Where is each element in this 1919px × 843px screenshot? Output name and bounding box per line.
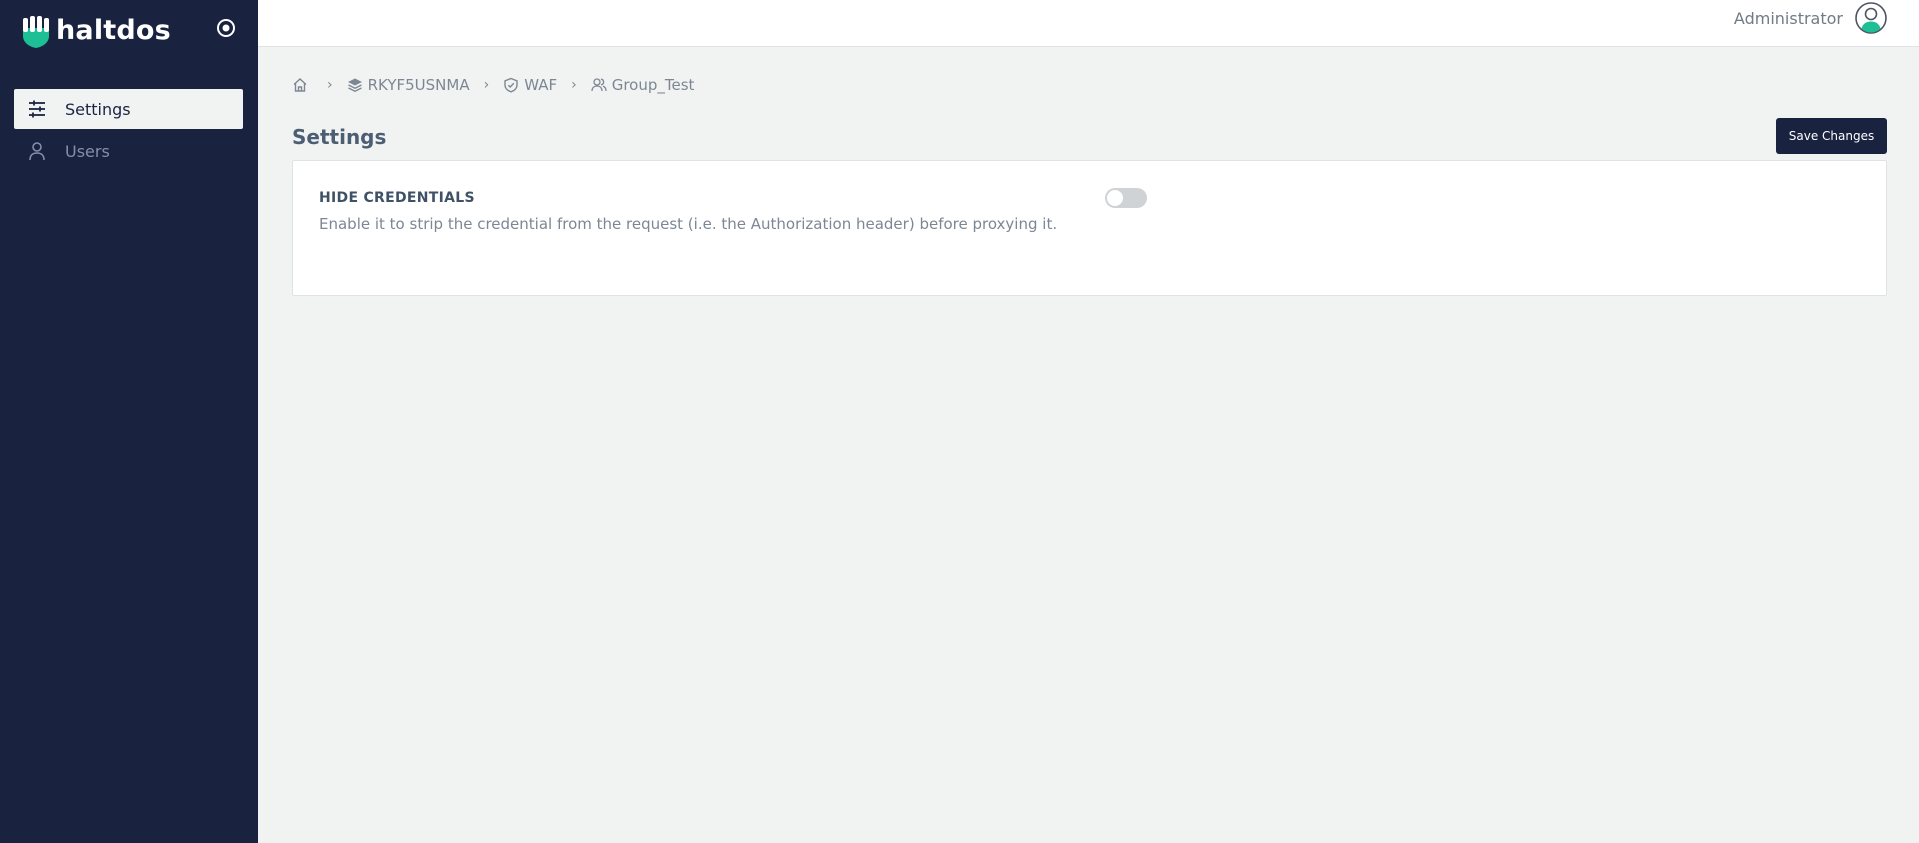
- hide-credentials-toggle[interactable]: [1105, 188, 1147, 208]
- layers-icon: [347, 78, 362, 92]
- sidebar: haltdos Settings Users: [0, 0, 258, 843]
- breadcrumb-label: Group_Test: [611, 76, 695, 94]
- brand-name: haltdos: [56, 15, 171, 46]
- breadcrumb-label: RKYF5USNMA: [367, 76, 470, 94]
- hide-credentials-title: HIDE CREDENTIALS: [319, 190, 475, 206]
- breadcrumb-item-waf[interactable]: WAF: [503, 76, 557, 94]
- breadcrumb: › RKYF5USNMA › WAF › Group_Test: [292, 74, 694, 96]
- shield-icon: [504, 77, 518, 93]
- avatar-icon: [1855, 2, 1887, 34]
- user-name: Administrator: [1733, 8, 1843, 28]
- settings-card: HIDE CREDENTIALS Enable it to strip the …: [292, 160, 1887, 296]
- sidebar-item-users[interactable]: Users: [14, 131, 243, 171]
- top-bar: Administrator: [258, 0, 1919, 47]
- sidebar-item-label: Users: [65, 141, 110, 161]
- hide-credentials-description: Enable it to strip the credential from t…: [319, 215, 1058, 233]
- user-icon: [29, 142, 45, 161]
- breadcrumb-separator: ›: [327, 77, 333, 93]
- sidebar-item-label: Settings: [65, 99, 131, 119]
- page-title: Settings: [292, 125, 387, 149]
- haltdos-logo-icon: [23, 16, 49, 48]
- breadcrumb-label: WAF: [524, 76, 558, 94]
- users-icon: [591, 78, 607, 92]
- target-icon: [217, 19, 235, 37]
- save-changes-button[interactable]: Save Changes: [1776, 118, 1887, 154]
- brand[interactable]: haltdos: [21, 14, 171, 48]
- sidebar-nav: Settings Users: [14, 89, 243, 173]
- toggle-knob: [1107, 190, 1123, 206]
- sidebar-item-settings[interactable]: Settings: [14, 89, 243, 129]
- breadcrumb-separator: ›: [571, 77, 577, 93]
- breadcrumb-item-cluster[interactable]: RKYF5USNMA: [347, 76, 470, 94]
- breadcrumb-item-group[interactable]: Group_Test: [591, 76, 695, 94]
- breadcrumb-home[interactable]: [292, 77, 313, 93]
- breadcrumb-separator: ›: [483, 77, 490, 93]
- home-icon: [293, 78, 307, 92]
- sliders-icon: [29, 100, 45, 118]
- sidebar-toggle-button[interactable]: [216, 18, 236, 38]
- user-menu[interactable]: Administrator: [1734, 2, 1887, 34]
